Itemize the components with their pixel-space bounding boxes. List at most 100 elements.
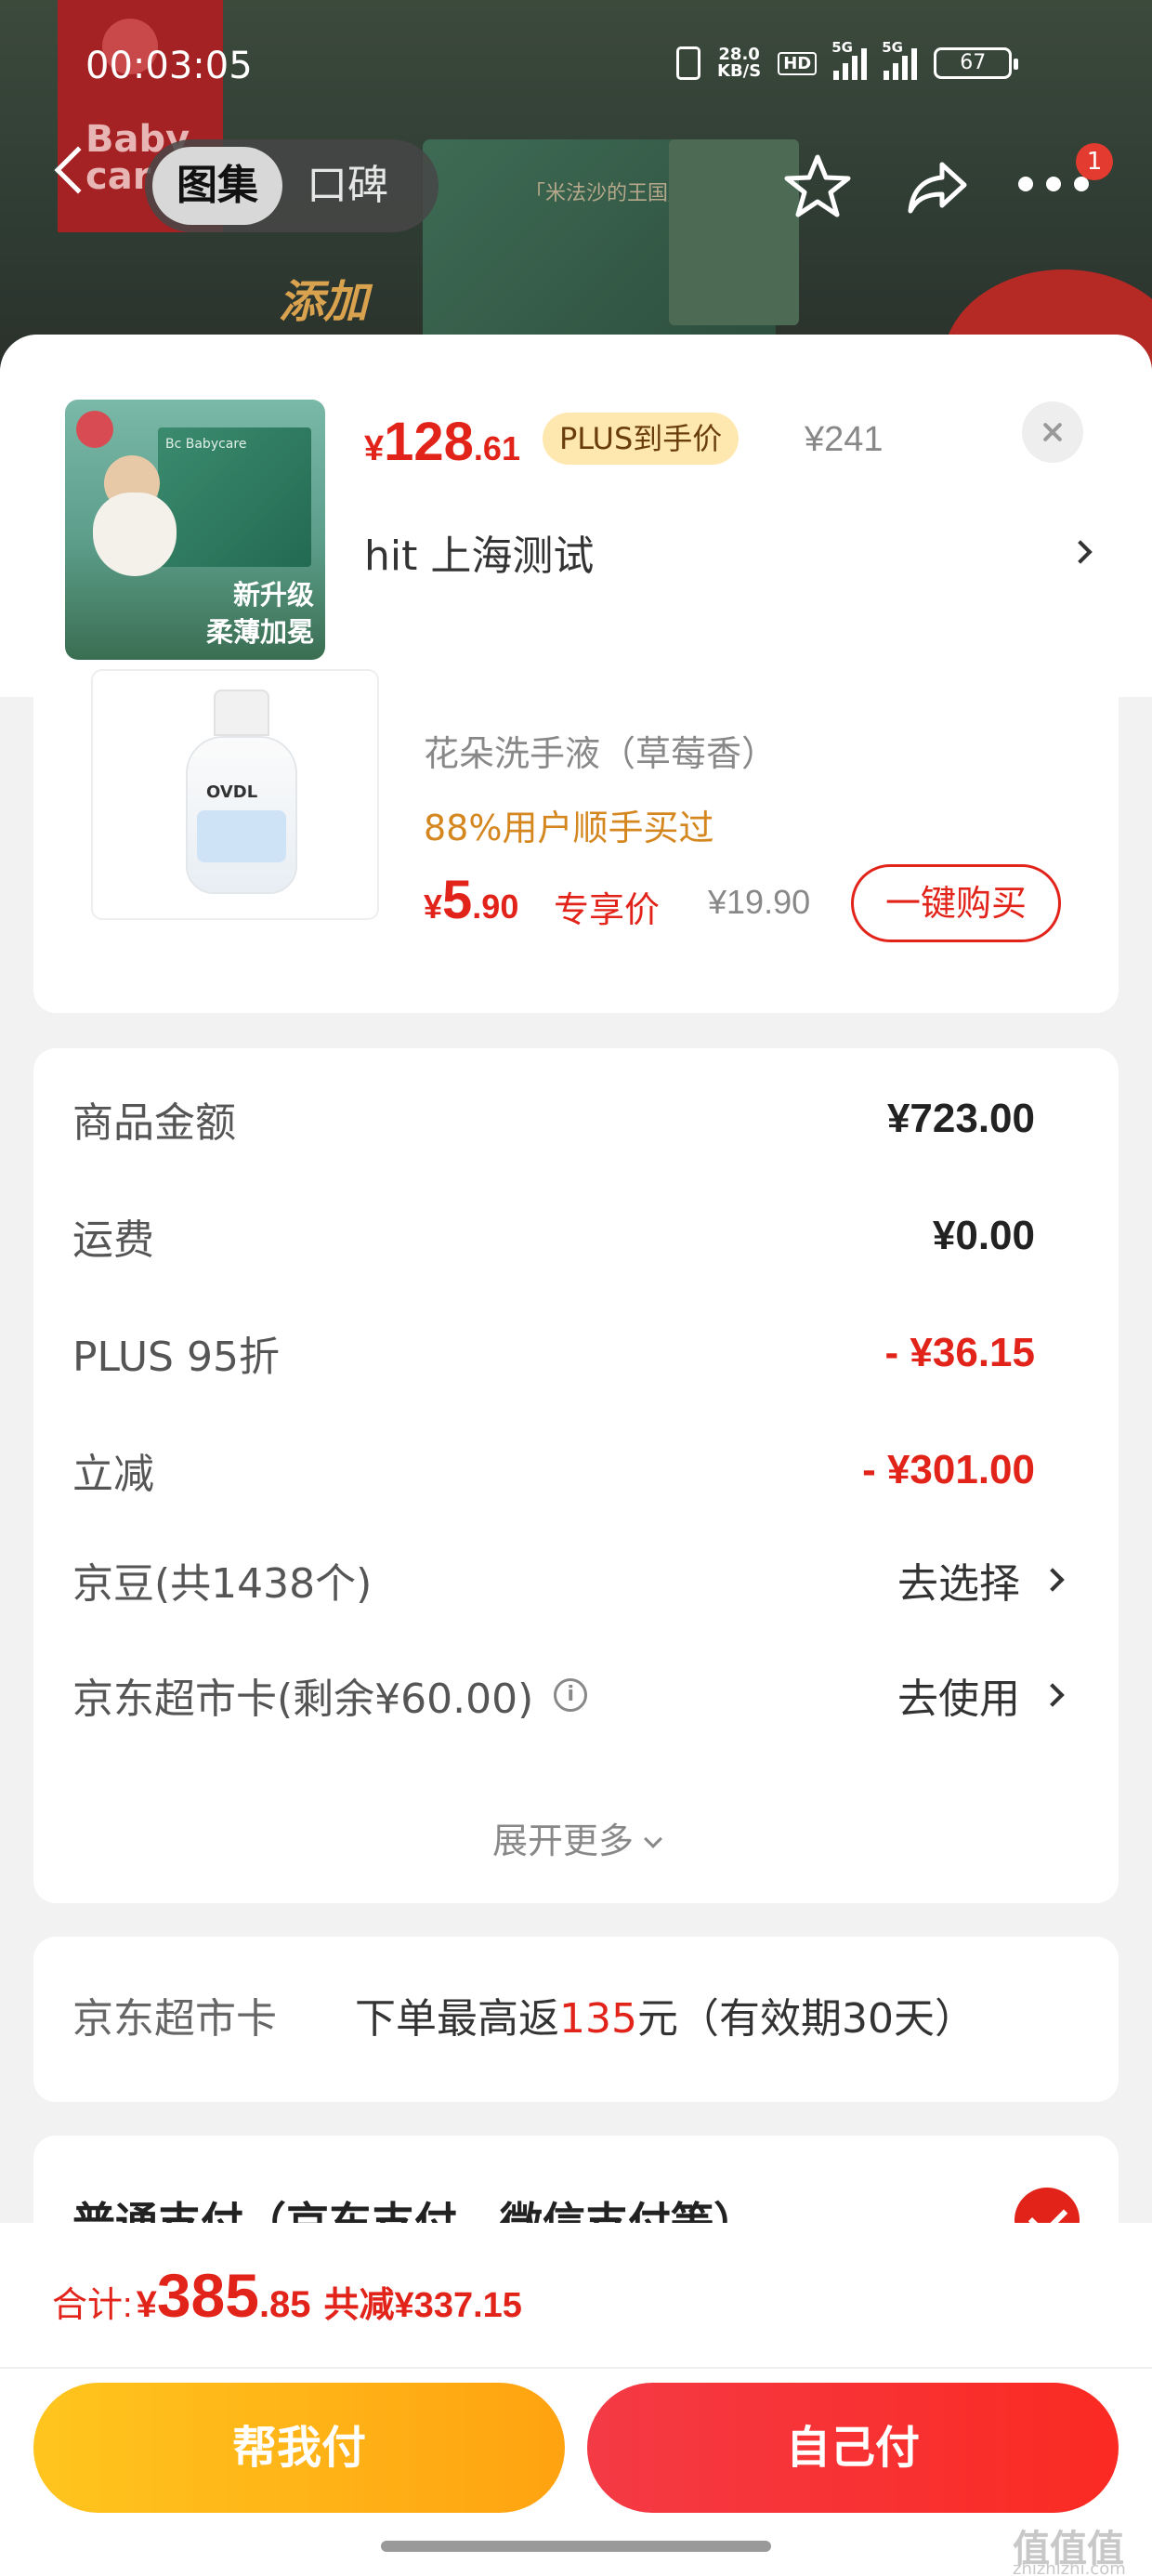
watermark-url: zhizhizhi.com <box>1013 2559 1126 2576</box>
tab-reviews[interactable]: 口碑 <box>282 147 412 225</box>
thumbnail-caption-line2: 柔薄加冕 <box>205 616 314 648</box>
signal-icon-1: 5G <box>831 39 868 80</box>
help-pay-button[interactable]: 帮我付 <box>33 2383 565 2513</box>
expand-more-button[interactable]: 展开更多 <box>33 1812 1119 1863</box>
product-thumbnail: Bc Babycare 新升级 柔薄加冕 <box>65 400 325 660</box>
supermarket-card-promo: 京东超市卡 下单最高返135元（有效期30天） <box>33 1937 1119 2102</box>
bottle-pump <box>214 690 269 736</box>
divider <box>0 2367 1152 2369</box>
thumbnail-caption: 新升级 柔薄加冕 <box>206 576 314 651</box>
thumbnail-caption-line1: 新升级 <box>232 579 314 611</box>
upsell-card: OVDL 花朵洗手液（草莓香） 88%用户顺手买过 ¥5.90 专享价 ¥19.… <box>33 669 1119 1013</box>
final-price: ¥128.61 <box>364 411 520 473</box>
network-speed: 28.0 KB/S <box>717 46 761 80</box>
supermarket-card-action-text: 去使用 <box>897 1676 1020 1723</box>
star-icon[interactable] <box>782 151 853 222</box>
status-time: 00:03:05 <box>85 45 253 87</box>
thumbnail-brand-logo <box>76 411 113 448</box>
product-box-image-2 <box>669 139 799 325</box>
status-icons: 28.0 KB/S HD 5G 5G 67 <box>676 39 1019 80</box>
jingdou-label: 京豆(共1438个) <box>72 1560 373 1608</box>
chevron-right-icon <box>1041 1683 1065 1707</box>
upsell-price-int: 5 <box>442 870 473 930</box>
thumbnail-box: Bc Babycare <box>158 427 311 567</box>
final-price-dec: .61 <box>473 429 520 467</box>
plus-discount-value: - ¥36.15 <box>884 1330 1035 1375</box>
instant-discount-label: 立减 <box>72 1451 154 1498</box>
total-dec: .85 <box>258 2284 311 2325</box>
upsell-price-currency: ¥ <box>424 887 443 926</box>
tab-gallery[interactable]: 图集 <box>152 147 282 225</box>
total-summary: 合计: ¥ 385 .85 共减¥337.15 <box>52 2260 522 2353</box>
vibrate-icon <box>676 46 700 80</box>
instant-discount-value: - ¥301.00 <box>862 1447 1035 1492</box>
chevron-right-icon <box>1068 540 1093 564</box>
self-pay-button[interactable]: 自己付 <box>587 2383 1119 2513</box>
upsell-price-label: 专享价 <box>554 889 661 930</box>
address-text: hit 上海测试 <box>364 532 595 580</box>
price-breakdown-card: 商品金额 ¥723.00 运费 ¥0.00 PLUS 95折 - ¥36.15 … <box>33 1048 1119 1903</box>
expand-more-text: 展开更多 <box>491 1820 634 1861</box>
bottom-action-bar: 合计: ¥ 385 .85 共减¥337.15 帮我付 自己付 值值值 zhiz… <box>0 2223 1152 2576</box>
address-selector[interactable]: hit 上海测试 <box>364 515 1093 589</box>
supermarket-card-action[interactable]: 去使用 <box>897 1665 1065 1725</box>
plus-discount-label: PLUS 95折 <box>72 1334 280 1381</box>
upsell-price-dec: .90 <box>472 887 519 926</box>
jingdou-action-text: 去选择 <box>897 1560 1020 1608</box>
promo-text-after: 元（有效期30天） <box>636 1995 975 2043</box>
upsell-original-price: ¥19.90 <box>708 883 811 921</box>
supermarket-card-label: 京东超市卡(剩余¥60.00) i <box>72 1665 588 1725</box>
breakdown-row-subtotal: 商品金额 ¥723.00 <box>72 1082 1061 1156</box>
total-saved: 共减¥337.15 <box>323 2286 522 2325</box>
shipping-label: 运费 <box>72 1216 154 1264</box>
upsell-title: 花朵洗手液（草莓香） <box>424 733 778 774</box>
jingdou-action[interactable]: 去选择 <box>897 1550 1065 1610</box>
total-int: 385 <box>156 2261 259 2330</box>
hd-icon: HD <box>778 51 818 75</box>
total-currency: ¥ <box>136 2284 157 2325</box>
bottle-label <box>197 810 286 862</box>
product-box-text: 「米法沙的王国」 <box>525 182 689 205</box>
notification-badge: 1 <box>1076 143 1113 180</box>
signal-label-1: 5G <box>831 39 853 56</box>
promo-highlight: 135 <box>559 1995 637 2043</box>
upsell-product-image: OVDL <box>91 669 379 920</box>
chevron-down-icon <box>644 1830 662 1848</box>
plus-price-tag: PLUS到手价 <box>543 413 740 465</box>
sheet-header: Bc Babycare 新升级 柔薄加冕 ¥128.61 PLUS到手价 ¥24… <box>0 335 1152 697</box>
breakdown-row-plus-discount: PLUS 95折 - ¥36.15 <box>72 1316 1061 1390</box>
final-price-currency: ¥ <box>364 429 385 468</box>
more-icon[interactable] <box>1018 177 1093 195</box>
subtotal-label: 商品金额 <box>72 1099 236 1147</box>
close-icon[interactable] <box>1022 401 1083 463</box>
shipping-value: ¥0.00 <box>932 1213 1035 1258</box>
chevron-right-icon <box>1041 1568 1065 1592</box>
promo-banner-text: 添加 <box>279 276 369 328</box>
promo-text: 下单最高返135元（有效期30天） <box>355 1985 975 2044</box>
home-indicator[interactable] <box>381 2541 771 2552</box>
total-label: 合计: <box>52 2286 133 2325</box>
signal-icon-2: 5G <box>882 39 918 80</box>
jingdou-row[interactable]: 京豆(共1438个) 去选择 <box>72 1543 1065 1617</box>
signal-label-2: 5G <box>882 39 903 56</box>
thumbnail-box-label: Bc Babycare <box>165 437 247 452</box>
breakdown-row-shipping: 运费 ¥0.00 <box>72 1199 1061 1273</box>
supermarket-card-row[interactable]: 京东超市卡(剩余¥60.00) i 去使用 <box>72 1658 1065 1732</box>
background-product-page: Baby care 「米法沙的王国」 添加 00:03:05 28.0 KB/S… <box>0 0 1152 390</box>
info-icon[interactable]: i <box>554 1678 588 1712</box>
upsell-sold-text: 88%用户顺手买过 <box>424 808 714 848</box>
battery-icon: 67 <box>934 47 1019 79</box>
promo-text-before: 下单最高返 <box>355 1995 559 2043</box>
subtotal-value: ¥723.00 <box>886 1096 1035 1141</box>
upsell-price: ¥5.90 <box>424 869 518 931</box>
supermarket-card-label-text: 京东超市卡(剩余¥60.00) <box>72 1676 534 1723</box>
network-speed-unit: KB/S <box>717 61 762 81</box>
thumbnail-diaper <box>93 493 177 576</box>
final-price-int: 128 <box>384 412 474 472</box>
breakdown-row-instant-discount: 立减 - ¥301.00 <box>72 1433 1061 1507</box>
gallery-tabs: 图集 口碑 <box>145 139 439 232</box>
share-icon[interactable] <box>903 151 974 222</box>
bottle-brand: OVDL <box>206 782 258 802</box>
one-click-buy-button[interactable]: 一键购买 <box>851 864 1061 942</box>
original-price: ¥241 <box>805 420 884 459</box>
